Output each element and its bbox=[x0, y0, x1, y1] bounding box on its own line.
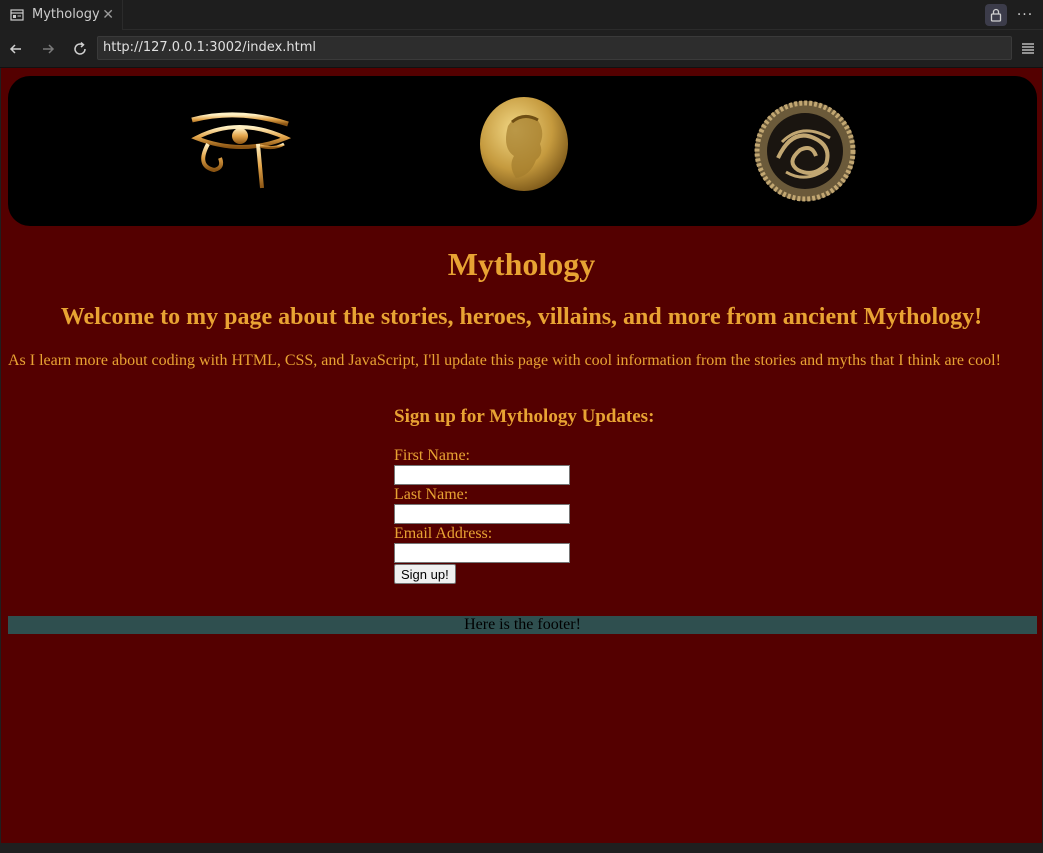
page-title: Mythology bbox=[447, 246, 596, 282]
lock-icon[interactable] bbox=[985, 4, 1007, 26]
page-viewport: Mythology Welcome to my page about the s… bbox=[1, 68, 1042, 843]
more-icon[interactable]: ··· bbox=[1015, 7, 1035, 23]
eye-of-horus-image bbox=[191, 112, 292, 189]
celtic-knot-medallion-image bbox=[754, 100, 856, 202]
signup-button[interactable]: Sign up! bbox=[394, 564, 456, 584]
tab-mythology[interactable]: Mythology ✕ bbox=[0, 0, 123, 30]
forward-icon[interactable] bbox=[32, 33, 64, 65]
welcome-heading: Welcome to my page about the stories, he… bbox=[60, 304, 983, 330]
email-field[interactable] bbox=[394, 543, 570, 563]
footer: Here is the footer! bbox=[8, 616, 1037, 634]
signup-heading: Sign up for Mythology Updates: bbox=[394, 406, 655, 427]
menu-icon[interactable] bbox=[1021, 40, 1035, 59]
tab-title: Mythology bbox=[32, 7, 100, 22]
signup-form: Sign up for Mythology Updates: First Nam… bbox=[394, 406, 654, 584]
intro-paragraph: As I learn more about coding with HTML, … bbox=[8, 352, 1001, 369]
tab-page-icon bbox=[10, 8, 24, 21]
first-name-field[interactable] bbox=[394, 465, 570, 485]
greek-gold-coin-image bbox=[480, 97, 568, 191]
tab-bar: Mythology ✕ ··· bbox=[0, 0, 1043, 30]
last-name-label: Last Name: bbox=[394, 486, 469, 503]
reload-icon[interactable] bbox=[64, 33, 96, 65]
email-label: Email Address: bbox=[394, 525, 493, 542]
back-icon[interactable] bbox=[0, 33, 32, 65]
last-name-field[interactable] bbox=[394, 504, 570, 524]
image-banner bbox=[8, 76, 1037, 226]
address-bar[interactable]: http://127.0.0.1:3002/index.html bbox=[97, 36, 1012, 60]
close-icon[interactable]: ✕ bbox=[102, 7, 114, 23]
first-name-label: First Name: bbox=[394, 447, 470, 464]
status-strip bbox=[0, 843, 1043, 853]
navigation-bar: http://127.0.0.1:3002/index.html bbox=[0, 30, 1043, 68]
